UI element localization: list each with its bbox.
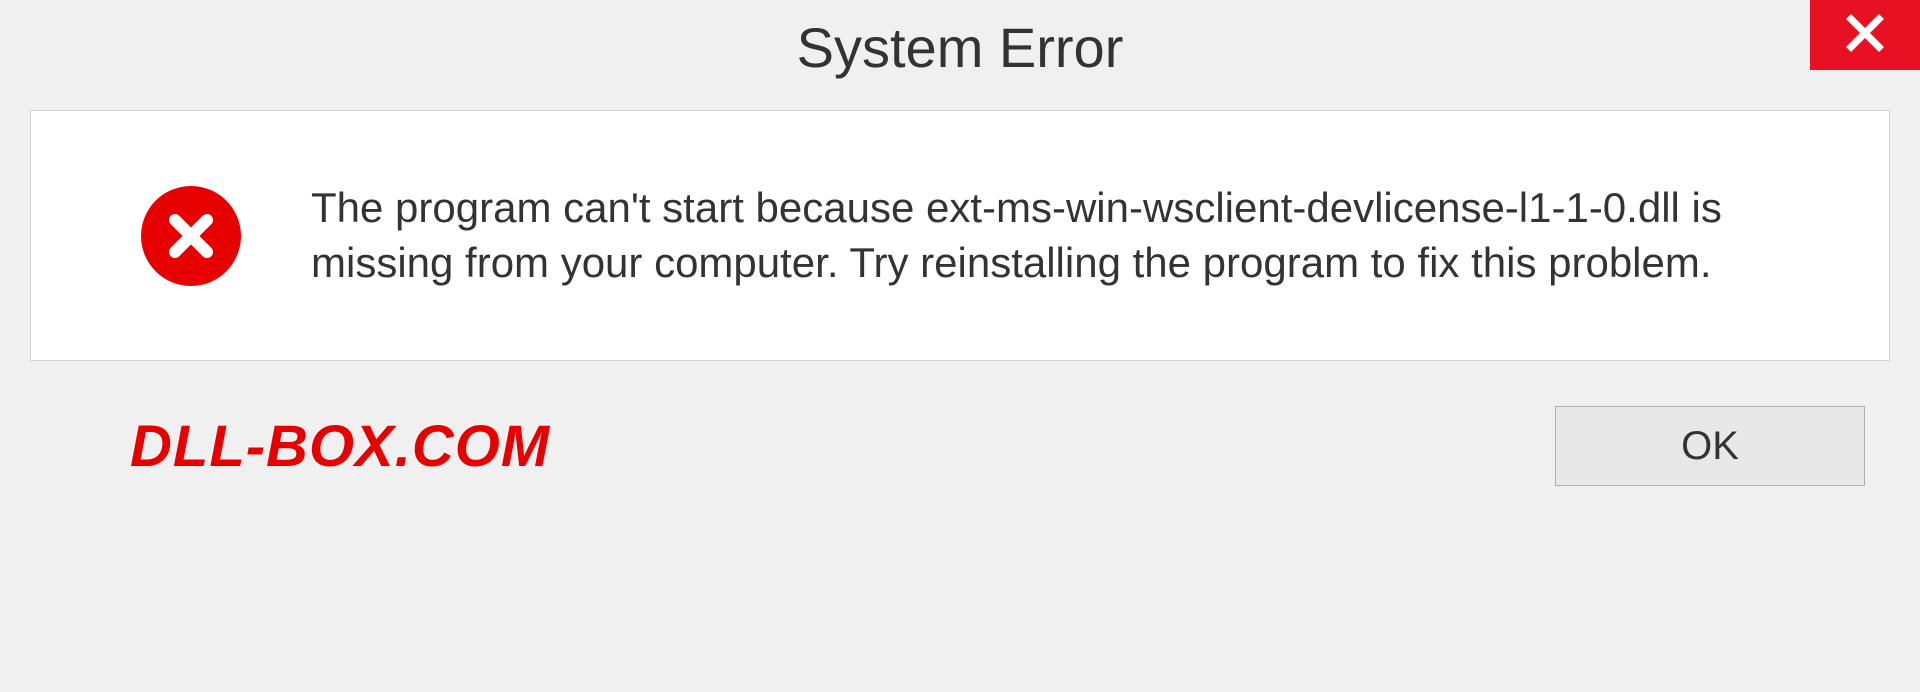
dialog-title: System Error: [797, 15, 1124, 80]
content-panel: The program can't start because ext-ms-w…: [30, 110, 1890, 361]
error-icon: [141, 186, 241, 286]
error-message: The program can't start because ext-ms-w…: [311, 181, 1839, 290]
footer: DLL-BOX.COM OK: [0, 361, 1920, 516]
close-button[interactable]: [1810, 0, 1920, 70]
watermark-text: DLL-BOX.COM: [130, 413, 550, 480]
ok-button[interactable]: OK: [1555, 406, 1865, 486]
close-icon: [1845, 13, 1885, 58]
titlebar: System Error: [0, 0, 1920, 110]
